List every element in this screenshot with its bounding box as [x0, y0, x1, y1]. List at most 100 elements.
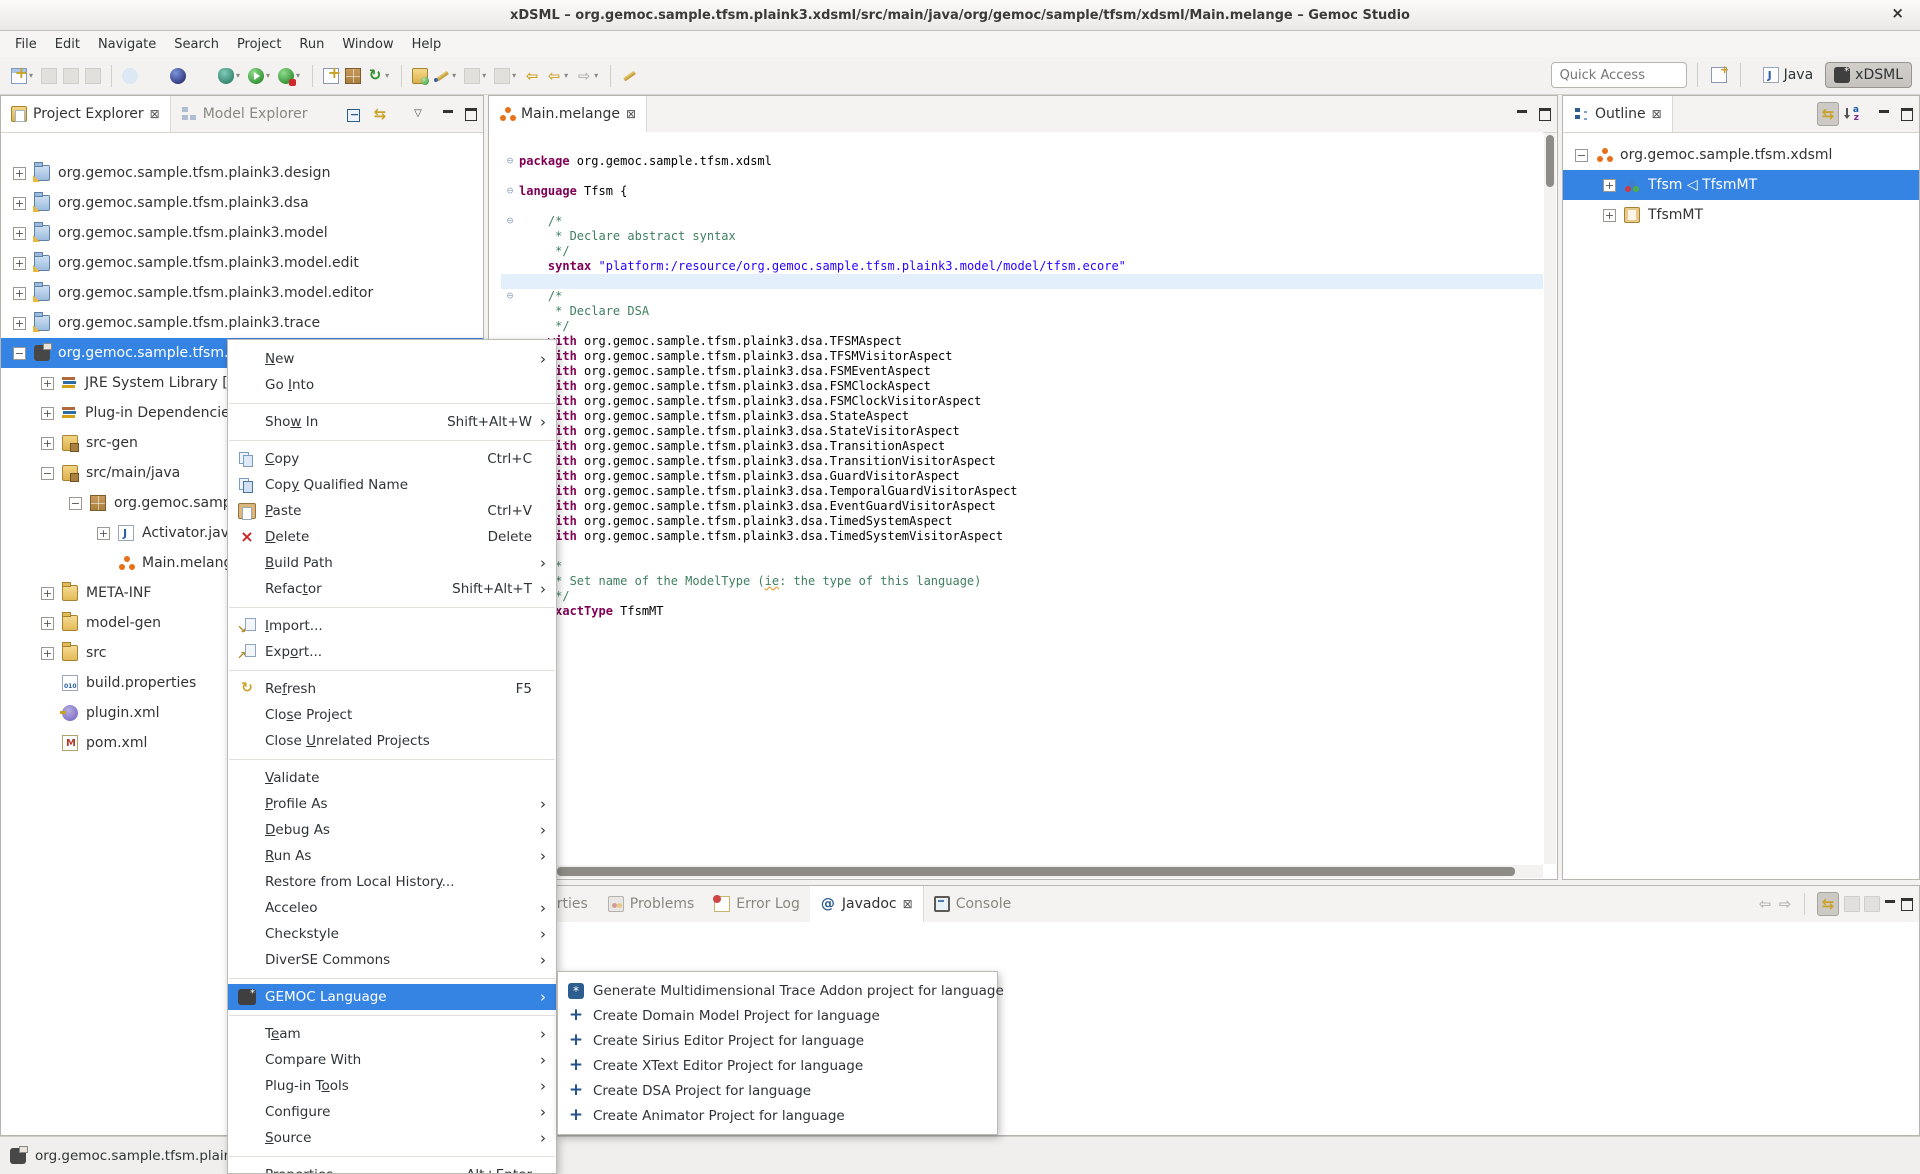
save-button[interactable]	[39, 65, 59, 87]
menubar-item-help[interactable]: Help	[403, 34, 451, 55]
outline-tree-row[interactable]: +Tfsm ◁ TfsmMT	[1563, 170, 1919, 200]
expand-icon[interactable]: +	[41, 587, 54, 600]
tab-model-explorer[interactable]: Model Explorer	[171, 96, 318, 132]
menu-item-import[interactable]: Import...	[228, 613, 556, 639]
forward-icon[interactable]: ⇨	[1777, 896, 1793, 912]
refresh-button[interactable]: ▾	[365, 65, 393, 87]
menu-item-restore-from-local-history[interactable]: Restore from Local History...	[228, 869, 556, 895]
tab-console[interactable]: Console	[924, 886, 1022, 922]
project-tree-row[interactable]: +org.gemoc.sample.tfsm.plaink3.dsa	[1, 188, 483, 218]
link-with-editor-icon[interactable]	[372, 106, 388, 122]
menubar-item-project[interactable]: Project	[228, 34, 290, 55]
open-perspective-button[interactable]	[1709, 64, 1729, 86]
menu-item-plug-in-tools[interactable]: Plug-in Tools›	[228, 1073, 556, 1099]
menu-item-paste[interactable]: PasteCtrl+V	[228, 498, 556, 524]
project-tree-row[interactable]: +org.gemoc.sample.tfsm.plaink3.model	[1, 218, 483, 248]
menu-item-new[interactable]: New›	[228, 346, 556, 372]
menu-item-gemoc-language[interactable]: GEMOC Language›	[228, 984, 556, 1010]
minimize-icon[interactable]	[1878, 106, 1890, 122]
project-tree-row[interactable]: +org.gemoc.sample.tfsm.plaink3.model.edi…	[1, 248, 483, 278]
menu-item-export[interactable]: Export...	[228, 639, 556, 665]
outline-tree-row[interactable]: +TfsmMT	[1563, 200, 1919, 230]
expand-icon[interactable]: +	[13, 257, 26, 270]
fold-marker-icon[interactable]: ⊖	[501, 289, 519, 304]
dropdown-chevron-icon[interactable]: ▾	[385, 71, 389, 80]
menubar-item-window[interactable]: Window	[333, 34, 402, 55]
new-project-button[interactable]	[321, 65, 341, 87]
maximize-icon[interactable]	[1900, 896, 1913, 912]
dropdown-chevron-icon[interactable]: ▾	[29, 71, 33, 80]
open-artifact-button[interactable]	[410, 65, 430, 87]
next-annotation-button[interactable]: ▾	[492, 65, 520, 87]
quick-access-input[interactable]	[1551, 62, 1687, 88]
debug-button[interactable]: ▾	[216, 65, 244, 87]
next-annotation-icon[interactable]	[1864, 896, 1880, 912]
back-icon[interactable]: ⇦	[1757, 896, 1773, 912]
menu-item-copy[interactable]: CopyCtrl+C	[228, 446, 556, 472]
dropdown-chevron-icon[interactable]: ▾	[236, 71, 240, 80]
menubar-item-search[interactable]: Search	[165, 34, 228, 55]
menu-item-show-in[interactable]: Show InShift+Alt+W›	[228, 409, 556, 435]
expand-icon[interactable]: +	[13, 287, 26, 300]
close-icon[interactable]: ⊠	[1652, 107, 1662, 121]
tab-problems[interactable]: Problems	[598, 886, 705, 922]
submenu-item-create-xtext-editor[interactable]: Create XText Editor Project for language	[558, 1053, 997, 1078]
collapse-icon[interactable]: −	[13, 347, 26, 360]
web-browser-button[interactable]	[168, 65, 188, 87]
prev-annotation-button[interactable]: ▾	[462, 65, 490, 87]
minimize-icon[interactable]	[442, 106, 454, 122]
scrollbar-thumb[interactable]	[1546, 135, 1554, 187]
submenu-item-create-dsa-project[interactable]: Create DSA Project for language	[558, 1078, 997, 1103]
tab-javadoc[interactable]: Javadoc⊠	[810, 886, 924, 922]
submenu-item-create-domain-model[interactable]: Create Domain Model Project for language	[558, 1003, 997, 1028]
menubar-item-edit[interactable]: Edit	[46, 34, 89, 55]
tab-outline[interactable]: Outline ⊠	[1563, 96, 1673, 132]
menu-item-compare-with[interactable]: Compare With›	[228, 1047, 556, 1073]
menu-item-refactor[interactable]: RefactorShift+Alt+T›	[228, 576, 556, 602]
expand-icon[interactable]: +	[13, 197, 26, 210]
menu-item-go-into[interactable]: Go Into	[228, 372, 556, 398]
menu-item-close-unrelated-projects[interactable]: Close Unrelated Projects	[228, 728, 556, 754]
outline-tree[interactable]: −org.gemoc.sample.tfsm.xdsml+Tfsm ◁ Tfsm…	[1563, 132, 1919, 879]
expand-icon[interactable]: +	[41, 647, 54, 660]
expand-icon[interactable]: +	[41, 407, 54, 420]
expand-icon[interactable]: +	[13, 167, 26, 180]
tab-project-explorer[interactable]: Project Explorer ⊠	[1, 96, 171, 132]
menu-item-run-as[interactable]: Run As›	[228, 843, 556, 869]
xdsml-perspective-button[interactable]: xDSML	[1825, 62, 1912, 88]
save-all-button[interactable]	[61, 65, 81, 87]
expand-icon[interactable]: +	[41, 377, 54, 390]
link-with-editor-button[interactable]	[1817, 892, 1839, 916]
close-icon[interactable]: ⊠	[626, 107, 636, 121]
link-with-editor-button[interactable]	[1817, 102, 1839, 126]
pencil-button[interactable]	[619, 65, 639, 87]
coverage-button[interactable]: ▾	[276, 65, 304, 87]
menubar-item-file[interactable]: File	[6, 34, 46, 55]
menu-item-profile-as[interactable]: Profile As›	[228, 791, 556, 817]
menu-item-copy-qualified-name[interactable]: Copy Qualified Name	[228, 472, 556, 498]
submenu-item-create-animator-project[interactable]: Create Animator Project for language	[558, 1103, 997, 1128]
menu-item-diverse-commons[interactable]: DiverSE Commons›	[228, 947, 556, 973]
back-button[interactable]: ⇦▾	[544, 65, 572, 87]
maximize-icon[interactable]	[1538, 106, 1551, 122]
code-editor[interactable]: ⊖package org.gemoc.sample.tfsm.xdsml⊖lan…	[489, 132, 1543, 865]
project-tree-row[interactable]: +org.gemoc.sample.tfsm.plaink3.model.edi…	[1, 278, 483, 308]
maximize-icon[interactable]	[1900, 106, 1913, 122]
pin-button[interactable]	[120, 65, 140, 87]
forward-button[interactable]: ⇨▾	[574, 65, 602, 87]
fold-marker-icon[interactable]: ⊖	[501, 214, 519, 229]
menu-item-debug-as[interactable]: Debug As›	[228, 817, 556, 843]
fold-marker-icon[interactable]: ⊖	[501, 154, 519, 169]
menubar-item-run[interactable]: Run	[290, 34, 333, 55]
menu-item-refresh[interactable]: RefreshF5	[228, 676, 556, 702]
last-edit-button[interactable]: ⇦	[522, 65, 542, 87]
view-menu-icon[interactable]	[410, 106, 426, 122]
menu-item-configure[interactable]: Configure›	[228, 1099, 556, 1125]
dropdown-chevron-icon[interactable]: ▾	[266, 71, 270, 80]
expand-icon[interactable]: +	[13, 227, 26, 240]
dropdown-chevron-icon[interactable]: ▾	[564, 71, 568, 80]
menu-item-source[interactable]: Source›	[228, 1125, 556, 1151]
collapse-icon[interactable]: −	[69, 497, 82, 510]
print-button[interactable]	[83, 65, 103, 87]
submenu-item-generate-multidimensional-trace[interactable]: Generate Multidimensional Trace Addon pr…	[558, 978, 997, 1003]
